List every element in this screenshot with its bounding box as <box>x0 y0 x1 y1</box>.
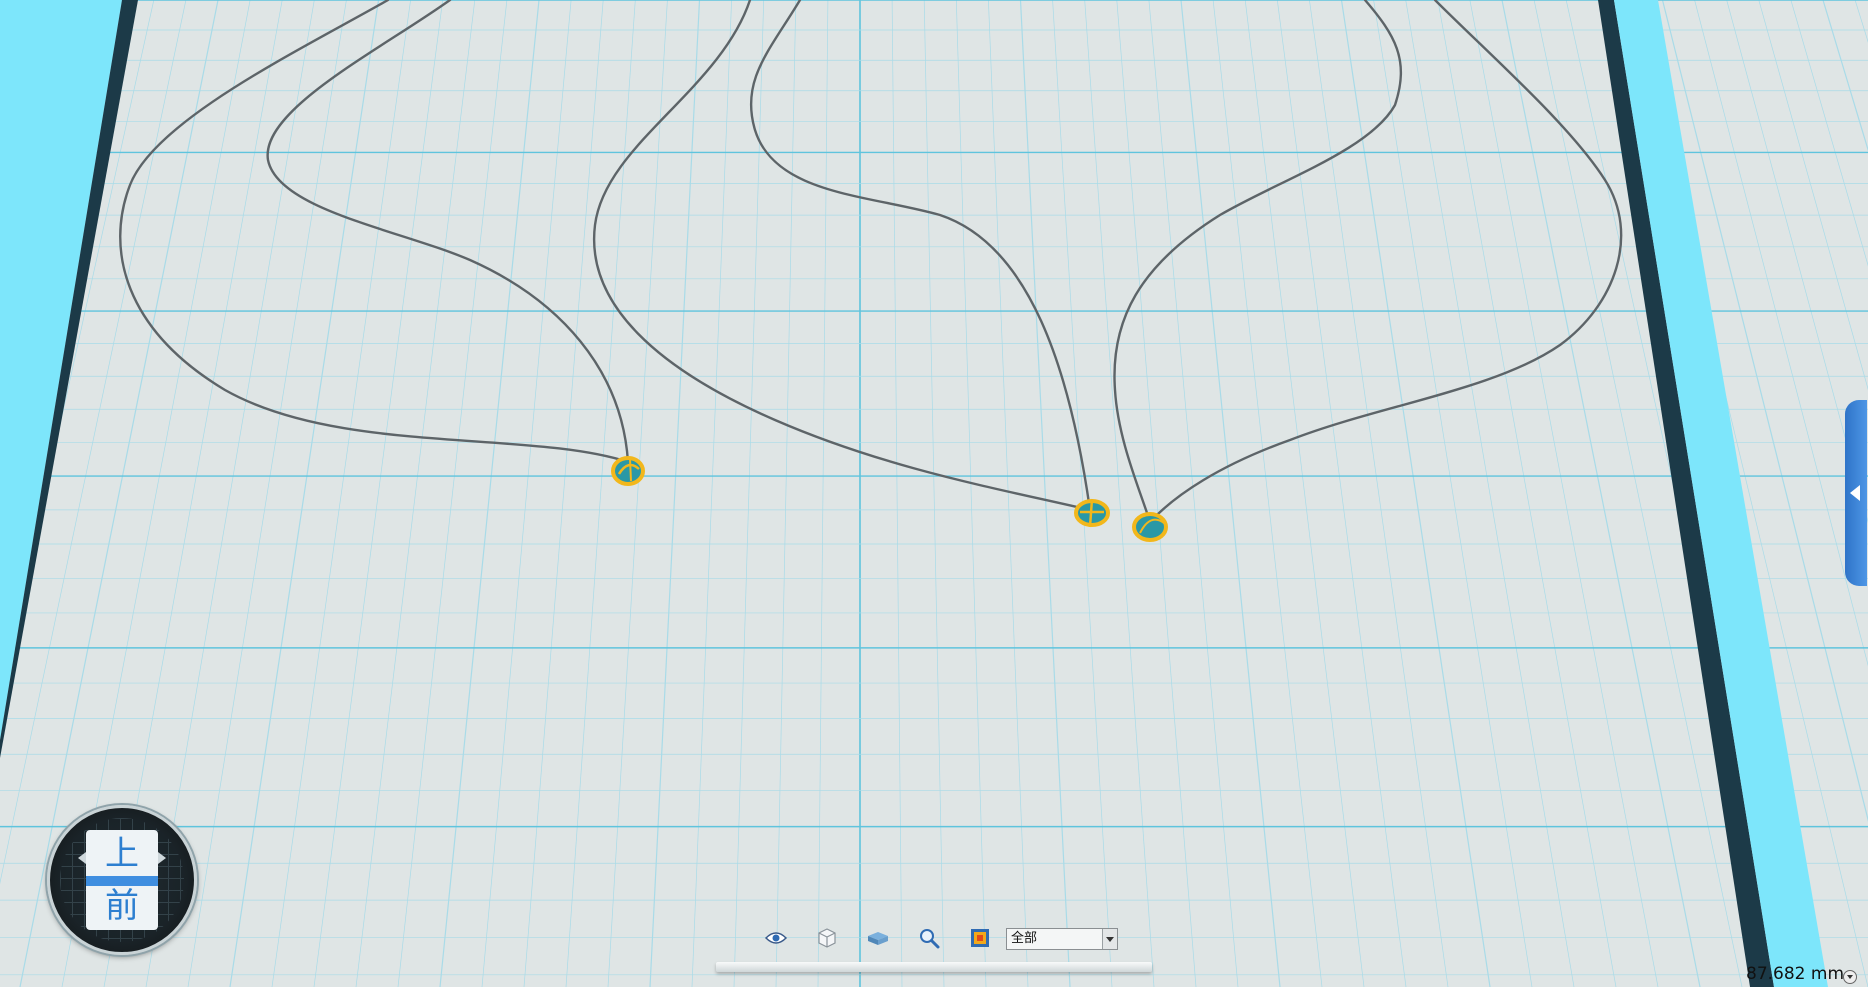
grid-line <box>481 0 572 987</box>
distance-readout: 87.682 mm <box>1746 964 1845 984</box>
grid-line <box>439 0 540 987</box>
curve-endpoint-node[interactable] <box>611 456 645 486</box>
curve-1[interactable] <box>119 0 630 464</box>
curve-2[interactable] <box>266 0 630 464</box>
grid-line <box>1052 0 1113 987</box>
grid-line <box>1148 0 1239 987</box>
grid-line <box>923 0 945 987</box>
grid-line <box>271 0 411 987</box>
visibility-eye-icon[interactable] <box>762 924 790 952</box>
zoom-magnifier-icon[interactable] <box>915 924 943 952</box>
grid-line <box>1309 0 1449 987</box>
side-panel-toggle[interactable] <box>1845 400 1867 586</box>
grid-line <box>649 0 701 987</box>
curve-endpoint-node[interactable] <box>1074 498 1110 528</box>
scene-canvas[interactable] <box>0 0 1868 987</box>
grid-line <box>1405 0 1575 987</box>
distance-dropdown-icon[interactable] <box>1843 970 1857 984</box>
render-frame-icon[interactable] <box>966 924 994 952</box>
grid-line <box>187 0 347 987</box>
grid-line <box>1373 0 1533 987</box>
grid-line <box>355 0 476 987</box>
view-top-label[interactable]: 上 <box>86 832 158 876</box>
view-front-label[interactable]: 前 <box>86 884 158 928</box>
chevron-down-icon[interactable] <box>1102 929 1117 949</box>
rotate-left-arrow-icon[interactable] <box>78 852 86 864</box>
grid-line <box>891 0 903 987</box>
grid-line <box>229 0 380 987</box>
ground-grid <box>0 0 1868 987</box>
grid-line <box>955 0 987 987</box>
grid-line <box>1340 0 1491 987</box>
grid-line <box>397 0 508 987</box>
grid-line <box>313 0 444 987</box>
grid-line <box>733 0 765 987</box>
filter-select[interactable]: 全部 <box>1006 928 1118 950</box>
curve-4[interactable] <box>749 0 1092 512</box>
rotate-right-arrow-icon[interactable] <box>158 852 166 864</box>
view-cube[interactable]: 上 前 <box>47 805 197 955</box>
view-toolbar: 全部 <box>716 918 1152 972</box>
grid-line <box>1212 0 1323 987</box>
grid-line <box>607 0 668 987</box>
grid-line <box>1276 0 1407 987</box>
curve-endpoint-node[interactable] <box>1132 512 1168 542</box>
right-rail-dark <box>1598 0 1774 987</box>
toolbar-shelf <box>716 962 1152 972</box>
grid-line <box>1180 0 1281 987</box>
chevron-left-icon <box>1850 485 1860 501</box>
grid-line <box>1084 0 1155 987</box>
curve-5[interactable] <box>1113 0 1403 524</box>
right-rail-cyan <box>1614 0 1828 987</box>
grid-line <box>691 0 732 987</box>
grid-line <box>523 0 604 987</box>
grid-line <box>775 0 797 987</box>
view-cube-face[interactable]: 上 前 <box>86 830 158 930</box>
curve-3[interactable] <box>592 0 1092 512</box>
grid-line <box>817 0 829 987</box>
grid-line <box>1019 0 1071 987</box>
shaded-plate-icon[interactable] <box>864 924 892 952</box>
grid-line <box>565 0 636 987</box>
wireframe-cube-icon[interactable] <box>813 924 841 952</box>
filter-select-value: 全部 <box>1011 931 1038 946</box>
3d-viewport[interactable]: 上 前 全部 87.682 mm <box>0 0 1868 987</box>
grid-line <box>1437 0 1617 987</box>
